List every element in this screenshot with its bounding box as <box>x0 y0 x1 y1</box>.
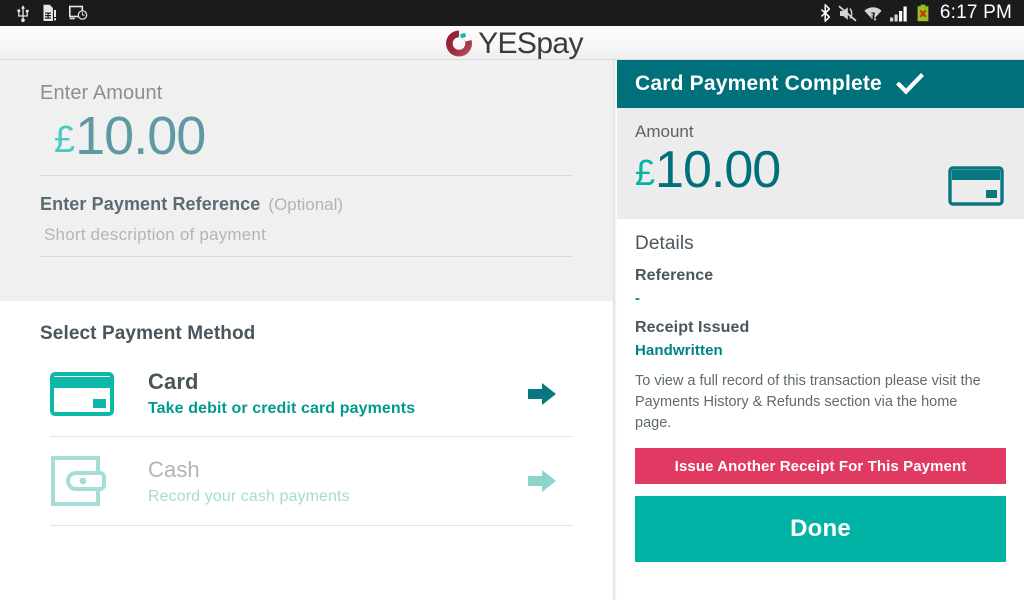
details-title: Details <box>635 233 694 254</box>
reference-label: Enter Payment Reference <box>40 194 261 214</box>
credit-card-icon <box>948 166 1004 206</box>
reference-optional-tag: (Optional) <box>268 195 344 214</box>
payment-method-card[interactable]: Card Take debit or credit card payments <box>40 351 573 436</box>
reference-input[interactable]: Short description of payment <box>40 225 573 245</box>
payment-method-card-text: Card Take debit or credit card payments <box>120 369 527 418</box>
action-buttons: Issue Another Receipt For This Payment D… <box>617 434 1024 563</box>
app-brand-bar: YESpay <box>0 26 1024 60</box>
credit-card-icon <box>50 371 120 416</box>
payment-method-cash[interactable]: Cash Record your cash payments <box>40 437 573 525</box>
payment-method-card-subtitle: Take debit or credit card payments <box>148 400 416 417</box>
receipt-issued-value: Handwritten <box>635 342 723 359</box>
status-bar-right-icons: 6:17 PM <box>820 2 1016 24</box>
check-icon <box>895 72 924 96</box>
bluetooth-icon <box>820 4 831 22</box>
transaction-details: Details Reference - Receipt Issued Handw… <box>617 219 1024 434</box>
issue-another-receipt-button[interactable]: Issue Another Receipt For This Payment <box>635 448 1006 485</box>
android-status-bar: 6:17 PM <box>0 0 1024 26</box>
payment-complete-header: Card Payment Complete <box>617 60 1024 108</box>
method-separator-bottom <box>50 525 573 526</box>
yespay-logo-text: YESpay <box>478 26 583 60</box>
amount-currency-symbol: £ <box>635 152 656 193</box>
done-button[interactable]: Done <box>635 496 1006 563</box>
usb-icon <box>16 4 30 22</box>
amount-label: Amount <box>635 122 694 141</box>
payment-entry-form: Enter Amount £ 10.00 Enter Payment Refer… <box>0 60 613 301</box>
arrow-right-icon-disabled[interactable] <box>527 468 573 494</box>
payment-method-cash-text: Cash Record your cash payments <box>120 457 527 506</box>
yespay-logo-mark <box>441 27 477 60</box>
select-payment-method-title: Select Payment Method <box>40 323 256 344</box>
wifi-icon <box>864 4 882 22</box>
payment-complete-title: Card Payment Complete <box>635 72 882 95</box>
logo-text-pay: pay <box>536 26 583 60</box>
sound-muted-icon <box>838 5 857 22</box>
amount-field-underline <box>40 175 573 176</box>
payment-method-cash-title: Cash <box>148 456 200 482</box>
reference-field-underline <box>40 256 573 257</box>
battery-error-icon <box>916 4 930 22</box>
panel-divider <box>613 60 617 600</box>
payment-amount-block: Amount £ 10.00 <box>617 108 1024 219</box>
amount-currency-symbol: £ <box>54 119 76 161</box>
status-bar-left-icons <box>8 4 88 22</box>
transaction-note: To view a full record of this transactio… <box>635 373 981 432</box>
amount-input[interactable]: £ 10.00 <box>40 109 573 163</box>
payment-method-cash-subtitle: Record your cash payments <box>148 487 350 505</box>
yespay-logo: YESpay <box>441 26 584 60</box>
amount-value: 10.00 <box>655 141 781 199</box>
left-panel: Enter Amount £ 10.00 Enter Payment Refer… <box>0 60 613 600</box>
logo-text-yes: YES <box>478 26 537 60</box>
reference-key: Reference <box>635 267 714 284</box>
signal-bars-icon <box>889 5 909 22</box>
status-bar-clock: 6:17 PM <box>939 2 1012 23</box>
arrow-right-icon[interactable] <box>527 381 573 407</box>
payment-method-card-title: Card <box>148 369 199 394</box>
app-root: 6:17 PM YESpay Enter Amount £ 10.00 Ente… <box>0 0 1024 600</box>
reference-value: - <box>635 290 641 307</box>
reference-label-row: Enter Payment Reference (Optional) <box>40 194 573 215</box>
screen-clock-icon <box>69 5 88 21</box>
sim-card-alert-icon <box>42 4 57 22</box>
payment-method-section: Select Payment Method Card Take debit or… <box>0 301 613 526</box>
amount-value: 10.00 <box>75 106 206 166</box>
receipt-issued-key: Receipt Issued <box>635 319 750 336</box>
wallet-icon <box>50 455 120 507</box>
enter-amount-label: Enter Amount <box>40 82 163 104</box>
right-panel-payment-complete: Card Payment Complete Amount £ 10.00 Det… <box>617 60 1024 600</box>
